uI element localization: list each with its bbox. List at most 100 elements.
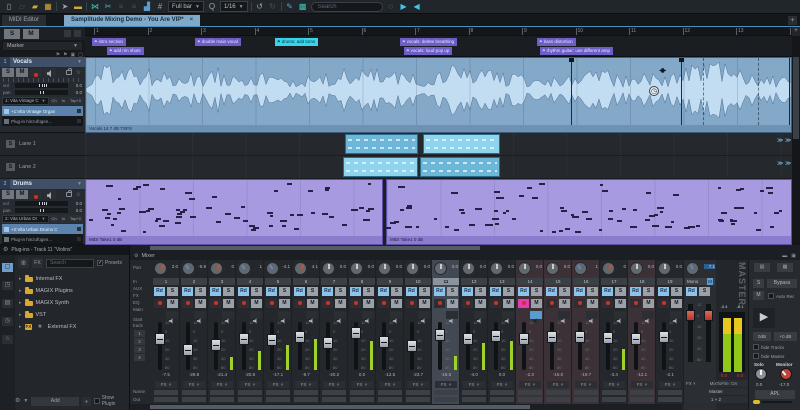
maximize-icon[interactable]: ▣: [791, 253, 796, 259]
monitor-button[interactable]: [670, 311, 682, 319]
mixer-channel-strip[interactable]: 0.012RdSM12010204080-4.0FX×: [460, 260, 488, 404]
fader-cap[interactable]: [379, 336, 389, 348]
solo-button[interactable]: S: [363, 287, 374, 296]
fader-cap[interactable]: [603, 332, 613, 344]
monitor-button[interactable]: [390, 311, 402, 319]
fader-cap[interactable]: [659, 331, 669, 343]
master-solo-button[interactable]: S: [699, 287, 710, 296]
fader-slot[interactable]: [578, 322, 582, 370]
plugin-slot-active[interactable]: +2:Vita Urban Drums C: [2, 224, 83, 234]
solo-button[interactable]: S: [279, 287, 290, 296]
timeline-marker[interactable]: ⚑drums: add toms: [275, 38, 318, 46]
plugin-tree-item[interactable]: ▸Internal FX: [15, 273, 128, 285]
channel-number[interactable]: 8: [349, 278, 375, 285]
monitor-volume-knob[interactable]: [780, 368, 792, 380]
monitor-button[interactable]: [446, 311, 458, 319]
monitor-button[interactable]: [558, 311, 570, 319]
channel-fx-button[interactable]: FX×: [155, 381, 177, 388]
channel-fx-button[interactable]: FX×: [631, 381, 653, 388]
start-track-button[interactable]: 3: [134, 346, 145, 353]
input-button[interactable]: In: [60, 97, 67, 105]
channel-number[interactable]: 11: [433, 278, 459, 285]
close-icon[interactable]: ×: [533, 381, 536, 388]
solo-button[interactable]: S: [223, 287, 234, 296]
solo-options-icon[interactable]: [74, 30, 81, 37]
mixer-horizontal-scrollbar[interactable]: [130, 404, 682, 410]
mute-options-icon[interactable]: [64, 30, 71, 37]
star-icon[interactable]: ☆: [76, 192, 81, 198]
record-arm-button[interactable]: [350, 299, 361, 308]
object-handle[interactable]: [679, 58, 684, 62]
read-automation-button[interactable]: Rd: [462, 287, 473, 296]
timeline-marker[interactable]: ⚑bass distortion: [537, 38, 576, 46]
mute-button[interactable]: M: [587, 299, 598, 308]
category-view-icon[interactable]: ▥: [18, 258, 29, 268]
wave-editor-icon[interactable]: ▟: [142, 2, 152, 12]
channel-fx-button[interactable]: FX×: [351, 381, 373, 388]
track-title-bar[interactable]: 2 Drums ▼: [0, 179, 85, 189]
record-arm-button[interactable]: [518, 299, 529, 308]
channel-out-box[interactable]: [350, 397, 374, 402]
redo-icon[interactable]: ↻: [268, 2, 278, 12]
monitor-button[interactable]: [44, 68, 56, 77]
take-chevron-icon[interactable]: ≫ ≫: [777, 138, 791, 144]
take-clip[interactable]: [420, 157, 500, 177]
mute-button[interactable]: M: [16, 190, 28, 199]
monitor-button[interactable]: [306, 311, 318, 319]
fader-slot[interactable]: [466, 322, 470, 370]
mute-button[interactable]: M: [251, 299, 262, 308]
channel-name-box[interactable]: [294, 390, 318, 395]
plugin-search-input[interactable]: [46, 259, 94, 268]
lock-icon[interactable]: [66, 70, 72, 75]
solo-button[interactable]: S: [167, 287, 178, 296]
read-automation-button[interactable]: Rd: [546, 287, 557, 296]
monitor-button[interactable]: [44, 190, 56, 199]
stop-marker-icon[interactable]: ◀: [412, 2, 422, 12]
read-automation-button[interactable]: Rd: [350, 287, 361, 296]
channel-out-box[interactable]: [658, 397, 682, 402]
plugin-tree-item[interactable]: ▸MAGIX Plugins: [15, 285, 128, 297]
record-arm-button[interactable]: [322, 299, 333, 308]
grid-value-dropdown[interactable]: Full bar▼: [168, 1, 204, 12]
fader-cap[interactable]: [323, 337, 333, 349]
channel-out-box[interactable]: [434, 397, 458, 402]
channel-number[interactable]: 9: [377, 278, 403, 285]
fader-cap[interactable]: [407, 340, 417, 352]
fader-slot[interactable]: [606, 322, 610, 370]
plugin-power-icon[interactable]: [4, 227, 9, 232]
global-mute-button[interactable]: M: [23, 29, 39, 39]
arrange-vertical-scrollbar[interactable]: +: [792, 27, 800, 245]
folder-view-icon[interactable]: ▤: [2, 299, 13, 308]
add-track-button[interactable]: +: [792, 27, 800, 36]
open-folder-icon[interactable]: ▰: [30, 2, 40, 12]
fader-cap[interactable]: [491, 330, 501, 342]
close-icon[interactable]: ×: [393, 381, 396, 388]
master-fx-button[interactable]: FX ×: [684, 380, 698, 387]
channel-name-box[interactable]: [322, 390, 346, 395]
monitor-button[interactable]: [418, 311, 430, 319]
presets-checkbox[interactable]: ✓Presets: [97, 260, 122, 266]
eq-row-label[interactable]: EQ: [133, 300, 140, 305]
channel-number[interactable]: 1: [153, 278, 179, 285]
mixer-channel-strip[interactable]: 116RdSM12010204080-19.7FX×: [572, 260, 600, 404]
plugin-slot-empty[interactable]: Plug-in hinzufügen...: [2, 116, 83, 126]
channel-out-box[interactable]: [490, 397, 514, 402]
snap-grid-icon[interactable]: #: [155, 2, 165, 12]
input-button[interactable]: In: [60, 215, 67, 223]
record-arm-button[interactable]: [238, 299, 249, 308]
monitor-button[interactable]: [530, 311, 542, 319]
play-marker-icon[interactable]: ▶: [399, 2, 409, 12]
fader-cap[interactable]: [239, 333, 249, 345]
record-arm-button[interactable]: [182, 299, 193, 308]
new-project-icon[interactable]: ▯: [4, 2, 14, 12]
mute-button[interactable]: M: [559, 299, 570, 308]
crossfade-icon[interactable]: ⋈: [90, 2, 100, 12]
mute-button[interactable]: M: [335, 299, 346, 308]
pan-knob[interactable]: [518, 262, 531, 275]
chevron-right-icon[interactable]: ▸: [19, 300, 22, 306]
mixer-channel-strip[interactable]: -5.92RdSM12010204080-29.8FX×: [180, 260, 208, 404]
channel-out-box[interactable]: [378, 397, 402, 402]
object-edit-line[interactable]: [681, 58, 682, 125]
channel-number[interactable]: 10: [405, 278, 431, 285]
scrollbar-thumb[interactable]: [793, 57, 799, 139]
